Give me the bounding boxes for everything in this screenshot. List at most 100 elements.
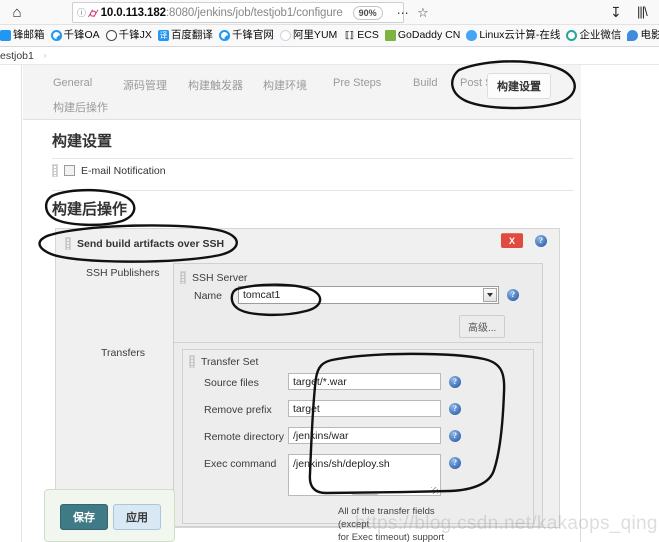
godaddy-icon: [385, 30, 396, 41]
library-books-icon[interactable]: |||\: [637, 4, 647, 19]
tab-build-settings[interactable]: 构建设置: [487, 73, 551, 99]
bookmark-item[interactable]: GoDaddy CN: [382, 27, 463, 45]
resize-grip-icon[interactable]: [431, 487, 438, 494]
help-circle-icon[interactable]: ?: [449, 430, 461, 442]
bookmark-item[interactable]: 译 百度翻译: [155, 27, 216, 45]
drag-handle-icon[interactable]: [189, 355, 195, 368]
oa-circle-icon: [51, 30, 62, 41]
bookmark-label: 阿里YUM: [293, 30, 337, 41]
transfers-label: Transfers: [101, 347, 145, 359]
help-circle-icon[interactable]: ?: [449, 457, 461, 469]
exec-command-value: /jenkins/sh/deploy.sh: [293, 458, 390, 470]
bookmark-label: Linux云计算-在线: [479, 30, 560, 41]
grey-circle-icon: [280, 30, 291, 41]
oa-circle-icon: [219, 30, 230, 41]
email-notification-row[interactable]: E-mail Notification: [52, 164, 166, 177]
left-gutter: [0, 65, 22, 542]
bookmark-label: 千锋OA: [64, 30, 100, 41]
textarea-resize-handle[interactable]: [352, 494, 378, 496]
bookmark-item[interactable]: 千锋官网: [216, 27, 277, 45]
bookmark-label: 企业微信: [579, 30, 621, 41]
right-margin: [582, 65, 659, 542]
drag-handle-icon[interactable]: [65, 237, 71, 250]
bookmark-item[interactable]: 千锋OA: [48, 27, 103, 45]
download-arrow-icon[interactable]: ↧: [610, 4, 622, 21]
ssh-server-header: SSH Server: [180, 271, 247, 284]
tab-post-build-actions[interactable]: 构建后操作: [53, 99, 108, 115]
remove-panel-button[interactable]: X: [501, 233, 523, 248]
ssh-server-label: SSH Server: [192, 272, 247, 284]
config-tabbar: General 源码管理 构建触发器 构建环境 Pre Steps Build …: [23, 65, 581, 120]
bookmark-item[interactable]: Linux云计算-在线: [463, 27, 563, 45]
home-icon[interactable]: ⌂: [0, 0, 34, 25]
drag-handle-icon[interactable]: [180, 271, 186, 284]
url-path: :8080/jenkins/job/testjob1/configure: [166, 7, 343, 19]
source-files-input[interactable]: target/*.war: [288, 373, 441, 390]
ellipsis-icon[interactable]: ⋯: [397, 10, 410, 16]
star-icon[interactable]: ☆: [417, 5, 429, 21]
url-text: 10.0.113.182:8080/jenkins/job/testjob1/c…: [101, 7, 343, 19]
linux-icon: [466, 30, 477, 41]
bookmark-item[interactable]: 电影: [624, 27, 659, 45]
name-field-label: Name: [194, 290, 222, 302]
url-host: 10.0.113.182: [101, 7, 166, 19]
chevron-down-icon[interactable]: [483, 288, 497, 302]
source-files-label: Source files: [204, 377, 259, 389]
bookmark-item[interactable]: ⟦⟧ ECS: [340, 27, 382, 45]
remove-prefix-value: target: [293, 403, 320, 415]
apply-button[interactable]: 应用: [113, 504, 161, 530]
exec-command-textarea[interactable]: /jenkins/sh/deploy.sh: [288, 454, 441, 496]
translate-icon: 译: [158, 30, 169, 41]
tab-source-management[interactable]: 源码管理: [123, 77, 167, 93]
tab-build-triggers[interactable]: 构建触发器: [188, 77, 243, 93]
ssh-server-name-select[interactable]: tomcat1: [238, 286, 499, 304]
address-bar[interactable]: ⓘ ⌭ 10.0.113.182:8080/jenkins/job/testjo…: [72, 2, 404, 23]
browser-window: ⌂ ⓘ ⌭ 10.0.113.182:8080/jenkins/job/test…: [0, 0, 659, 542]
bookmark-item[interactable]: 锋邮箱: [0, 27, 48, 45]
send-build-artifacts-panel: Send build artifacts over SSH X ? SSH Pu…: [55, 228, 560, 528]
info-circle-icon[interactable]: ⓘ: [77, 6, 86, 19]
watermark: https://blog.csdn.net/kakaops_qing: [355, 513, 658, 535]
help-circle-icon[interactable]: ?: [507, 289, 519, 301]
panel-header: Send build artifacts over SSH: [65, 237, 224, 250]
bookmark-label: 百度翻译: [171, 30, 213, 41]
help-circle-icon[interactable]: ?: [535, 235, 547, 247]
divider: [52, 158, 574, 159]
globe-icon: [106, 30, 117, 41]
transfer-set-label: Transfer Set: [201, 356, 258, 368]
zoom-level-badge[interactable]: 90%: [353, 6, 383, 20]
bookmark-item[interactable]: 千锋JX: [103, 27, 155, 45]
save-button[interactable]: 保存: [60, 504, 108, 530]
movie-icon: [627, 30, 638, 41]
email-notification-label: E-mail Notification: [81, 165, 166, 177]
bookmark-label: ECS: [357, 30, 379, 41]
tab-pre-steps[interactable]: Pre Steps: [333, 77, 381, 89]
bookmark-label: 锋邮箱: [13, 30, 45, 41]
exec-command-label: Exec command: [204, 458, 276, 470]
section-title-post-build: 构建后操作: [52, 198, 127, 219]
tab-build[interactable]: Build: [413, 77, 437, 89]
help-circle-icon[interactable]: ?: [449, 376, 461, 388]
bookmark-label: GoDaddy CN: [398, 30, 460, 41]
tab-general[interactable]: General: [53, 77, 92, 89]
tracking-protection-shield-icon[interactable]: ⌭: [88, 7, 99, 19]
bookmark-item[interactable]: 阿里YUM: [277, 27, 340, 45]
bookmark-label: 千锋官网: [232, 30, 274, 41]
tab-build-environment[interactable]: 构建环境: [263, 77, 307, 93]
section-title-build-settings: 构建设置: [52, 130, 112, 151]
bookmark-item[interactable]: 企业微信: [563, 27, 624, 45]
remote-directory-input[interactable]: /jenkins/war: [288, 427, 441, 444]
bookmark-label: 千锋JX: [119, 30, 152, 41]
advanced-button[interactable]: 高级...: [459, 315, 505, 338]
help-circle-icon[interactable]: ?: [449, 403, 461, 415]
breadcrumb-item-testjob1[interactable]: estjob1: [0, 50, 34, 62]
ecs-icon: ⟦⟧: [343, 30, 355, 41]
bookmarks-bar: 锋邮箱 千锋OA 千锋JX 译 百度翻译 千锋官网 阿里YUM ⟦⟧ ECS G…: [0, 25, 659, 47]
ssh-publishers-label: SSH Publishers: [86, 267, 160, 279]
drag-handle-icon[interactable]: [52, 164, 58, 177]
remove-prefix-input[interactable]: target: [288, 400, 441, 417]
remove-prefix-label: Remove prefix: [204, 404, 272, 416]
wechat-work-icon: [566, 30, 577, 41]
email-notification-checkbox[interactable]: [64, 165, 75, 176]
mail-icon: [0, 30, 11, 41]
